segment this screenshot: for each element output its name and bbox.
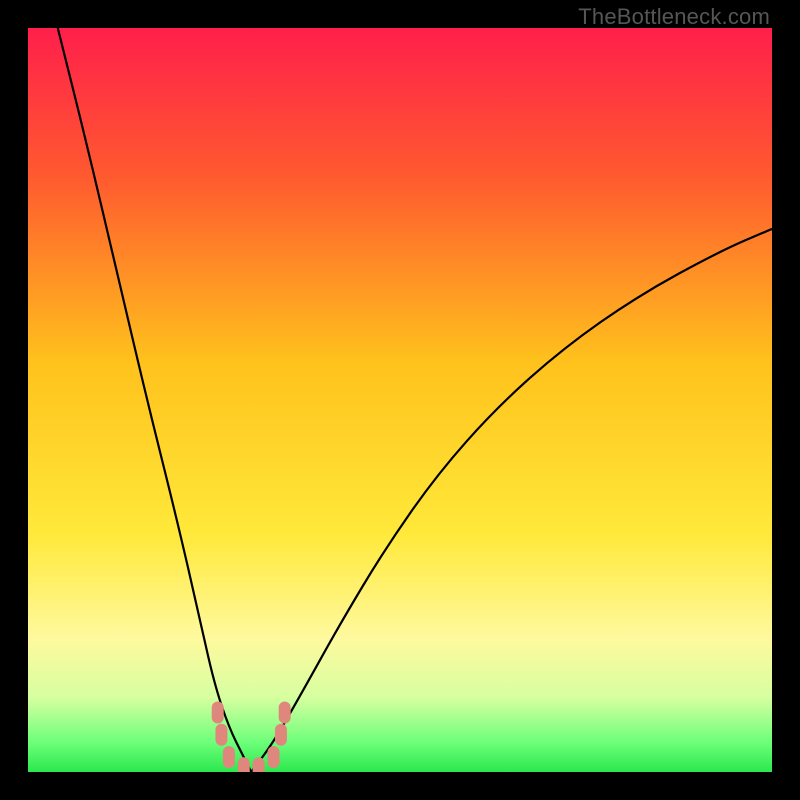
gradient-background: [28, 28, 772, 772]
chart-frame: [28, 28, 772, 772]
optimal-marker: [253, 757, 265, 772]
chart-svg: [28, 28, 772, 772]
optimal-marker: [275, 724, 287, 746]
optimal-marker: [223, 746, 235, 768]
optimal-marker: [238, 757, 250, 772]
watermark-text: TheBottleneck.com: [578, 4, 770, 30]
optimal-marker: [268, 746, 280, 768]
optimal-marker: [279, 701, 291, 723]
plot-area: [28, 28, 772, 772]
optimal-marker: [212, 701, 224, 723]
optimal-marker: [215, 724, 227, 746]
